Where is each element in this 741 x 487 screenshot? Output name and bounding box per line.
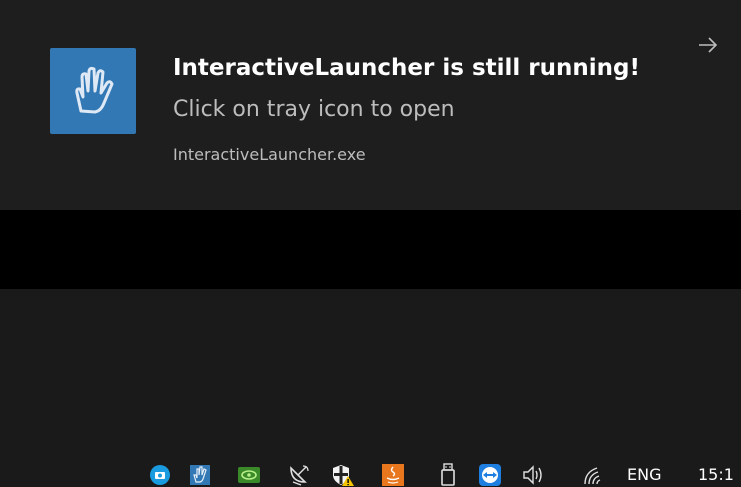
wifi-icon[interactable] xyxy=(582,463,606,487)
teamviewer-icon[interactable] xyxy=(478,463,502,487)
toast-notification[interactable]: InteractiveLauncher is still running! Cl… xyxy=(0,0,741,210)
taskbar: ENG 15:1 xyxy=(0,210,741,486)
toast-body: Click on tray icon to open xyxy=(173,97,455,122)
arrow-right-icon[interactable] xyxy=(694,33,722,57)
toast-title: InteractiveLauncher is still running! xyxy=(173,55,640,81)
language-indicator[interactable]: ENG xyxy=(627,463,661,487)
interactive-launcher-hand-icon[interactable] xyxy=(188,463,212,487)
toast-source: InteractiveLauncher.exe xyxy=(173,145,366,164)
clock[interactable]: 15:1 xyxy=(698,463,734,487)
camera-icon[interactable] xyxy=(148,463,172,487)
satellite-dish-icon[interactable] xyxy=(287,463,311,487)
java-icon[interactable] xyxy=(381,463,405,487)
usb-drive-icon[interactable] xyxy=(436,463,460,487)
nvidia-icon[interactable] xyxy=(237,463,261,487)
security-shield-warning-icon[interactable] xyxy=(331,463,355,487)
hand-icon xyxy=(50,48,136,134)
volume-icon[interactable] xyxy=(522,463,546,487)
